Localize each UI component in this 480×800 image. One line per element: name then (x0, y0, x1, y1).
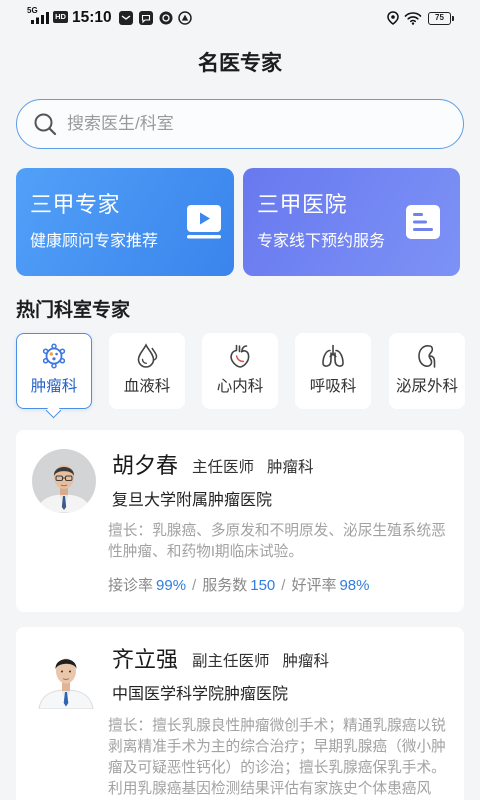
specialty-line: 瘤及可疑恶性钙化）的诊治；擅长乳腺癌保乳手术。 (108, 760, 446, 776)
doctor-title: 副主任医师 (192, 653, 270, 670)
department-tab-oncology[interactable]: 肿瘤科 (16, 333, 92, 418)
message-icon (119, 11, 133, 25)
stat-label: 服务数 (202, 577, 248, 594)
top-experts-card[interactable]: 三甲专家 健康顾问专家推荐 (16, 168, 234, 276)
stat-separator: / (192, 577, 197, 594)
specialty-line: 擅长：擅长乳腺良性肿瘤微创手术；精通乳腺癌以锐 (108, 718, 446, 734)
doctor-name-row: 齐立强 副主任医师 肿瘤科 (112, 647, 329, 673)
app-notification-icon (159, 11, 173, 25)
department-label: 肿瘤科 (30, 377, 78, 395)
promo-card-subtitle: 专家线下预约服务 (257, 233, 386, 250)
specialty-line: 利用乳腺癌基因检测结果评估有家族史个体患癌风 (108, 781, 432, 797)
specialty-line: 剥离精准手术为主的综合治疗；早期乳腺癌（微小肿 (108, 739, 446, 755)
department-tab-hematology[interactable]: 血液科 (109, 333, 185, 409)
department-tab-respiratory[interactable]: 呼吸科 (295, 333, 371, 409)
doctor-hospital: 复旦大学附属肿瘤医院 (112, 492, 273, 509)
department-label: 血液科 (123, 377, 171, 395)
department-tab-cardiology[interactable]: 心内科 (202, 333, 278, 409)
specialty-line: 性肿瘤、和药物I期临床试验。 (108, 544, 304, 560)
clock-time: 15:10 (72, 9, 112, 26)
doctor-name-row: 胡夕春 主任医师 肿瘤科 (112, 453, 314, 479)
search-icon (34, 113, 57, 136)
signal-icon (31, 12, 49, 24)
promo-card-title: 三甲医院 (257, 192, 348, 217)
lungs-icon (321, 344, 344, 367)
department-label: 泌尿外科 (395, 377, 458, 395)
doctor-name: 胡夕春 (112, 453, 179, 478)
hd-badge: HD (53, 11, 68, 23)
department-label: 呼吸科 (309, 377, 357, 395)
department-label: 心内科 (216, 377, 264, 395)
doctor-department: 肿瘤科 (267, 459, 314, 476)
page-title: 名医专家 (198, 52, 282, 75)
stat-value: 150 (250, 577, 276, 594)
doctor-name: 齐立强 (112, 647, 179, 672)
avatar (32, 449, 96, 513)
doctor-specialty: 擅长：乳腺癌、多原发和不明原发、泌尿生殖系统恶 性肿瘤、和药物I期临床试验。 (108, 521, 446, 563)
specialty-line: 擅长：乳腺癌、多原发和不明原发、泌尿生殖系统恶 (108, 523, 446, 539)
doctor-specialty: 擅长：擅长乳腺良性肿瘤微创手术；精通乳腺癌以锐 剥离精准手术为主的综合治疗；早期… (108, 716, 446, 800)
document-list-icon (406, 205, 440, 239)
blood-drop-icon (137, 343, 157, 368)
search-input[interactable] (67, 100, 447, 147)
promo-card-subtitle: 健康顾问专家推荐 (30, 233, 159, 250)
heart-icon (229, 344, 249, 368)
search-bar[interactable] (16, 99, 464, 149)
top-hospitals-card[interactable]: 三甲医院 专家线下预约服务 (243, 168, 460, 276)
section-title: 热门科室专家 (16, 300, 131, 321)
stat-separator: / (281, 577, 286, 594)
stat-value: 99% (156, 577, 187, 594)
video-play-icon (187, 205, 221, 239)
doctor-card[interactable]: 齐立强 副主任医师 肿瘤科 中国医学科学院肿瘤医院 擅长：擅长乳腺良性肿瘤微创手… (16, 627, 464, 800)
doctor-stats: 接诊率 99% / 服务数 150 / 好评率 98% (108, 575, 369, 597)
battery-nub (452, 16, 454, 21)
stat-label: 好评率 (291, 577, 337, 594)
doctor-title: 主任医师 (192, 459, 255, 476)
doctor-card[interactable]: 胡夕春 主任医师 肿瘤科 复旦大学附属肿瘤医院 擅长：乳腺癌、多原发和不明原发、… (16, 430, 464, 612)
tumor-cell-icon (42, 343, 65, 369)
doctor-department: 肿瘤科 (282, 653, 330, 670)
stat-value: 98% (339, 577, 370, 594)
department-tab-urology[interactable]: 泌尿外科 (389, 333, 465, 409)
stat-label: 接诊率 (108, 577, 154, 594)
doctor-hospital: 中国医学科学院肿瘤医院 (112, 686, 289, 703)
promo-card-title: 三甲专家 (30, 192, 121, 217)
kidney-icon (417, 345, 435, 368)
chat-message-icon (139, 11, 153, 25)
location-icon (387, 11, 399, 25)
alert-notification-icon (178, 11, 192, 25)
avatar (36, 643, 96, 709)
battery-icon: 75 (428, 12, 451, 25)
wifi-icon (404, 12, 422, 25)
selected-tab-pointer (45, 402, 62, 418)
